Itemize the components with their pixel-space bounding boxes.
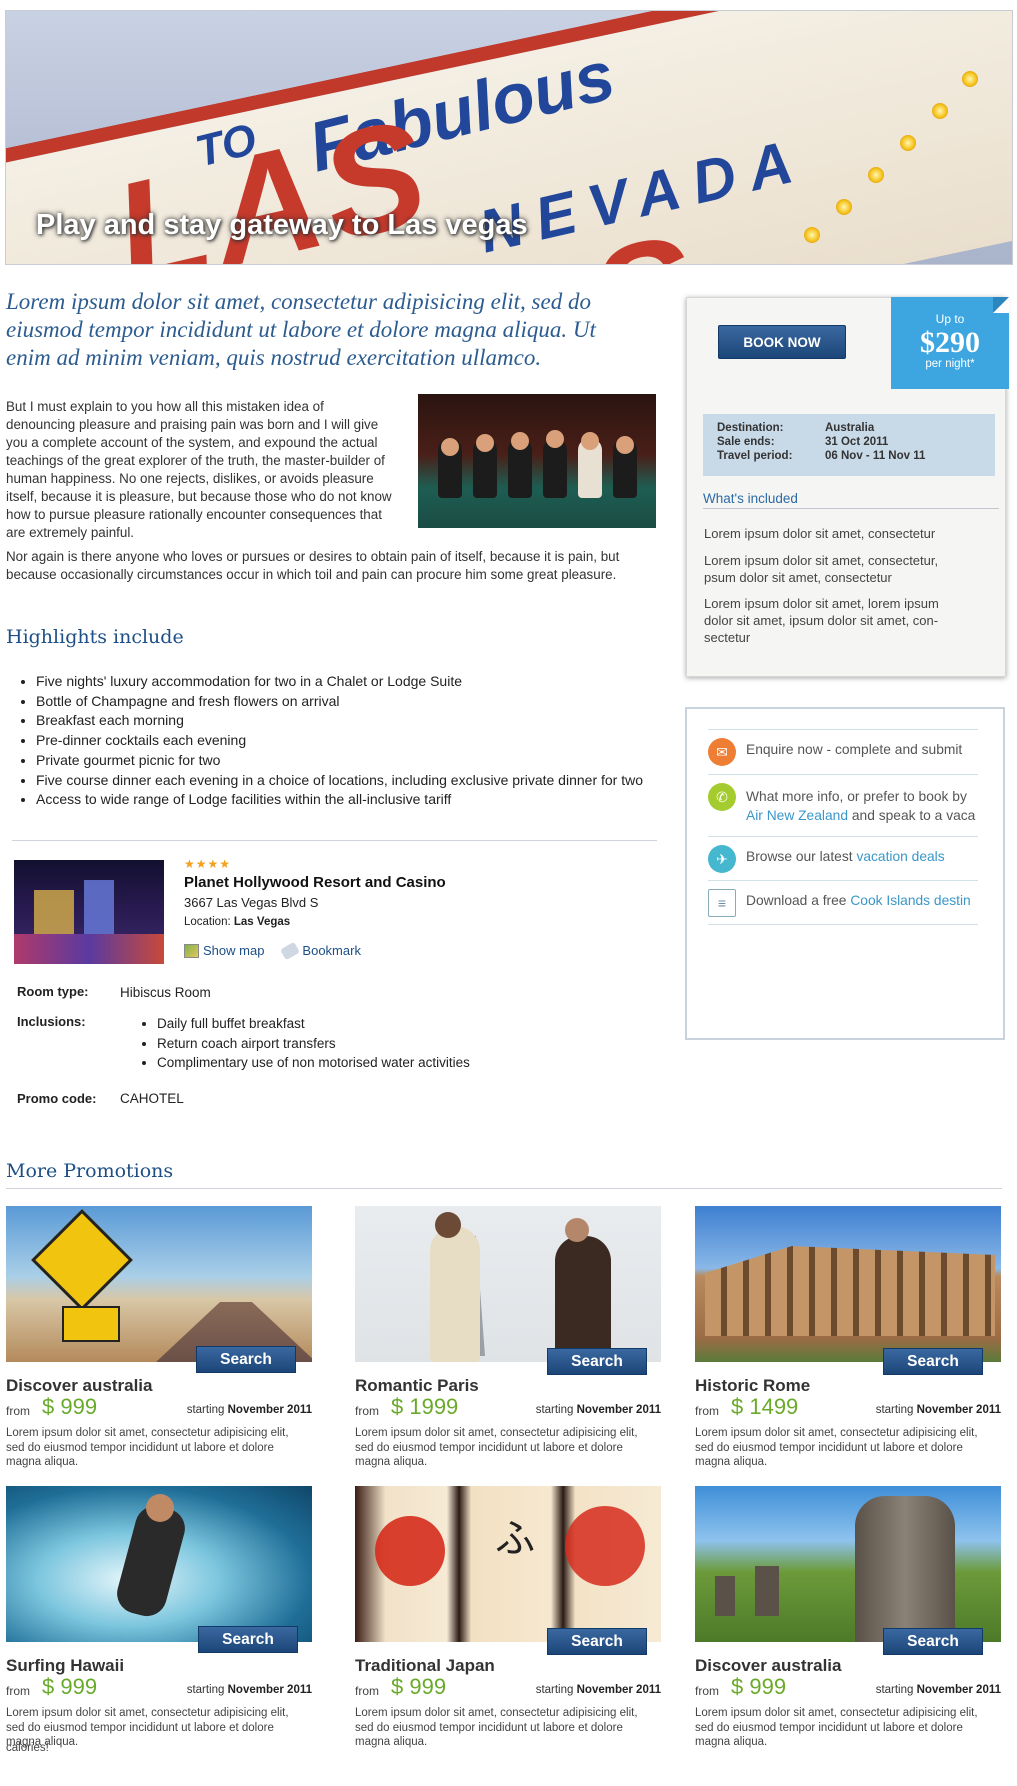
inclusions-list: Daily full buffet breakfast Return coach… — [157, 1014, 470, 1073]
list-item: Return coach airport transfers — [157, 1034, 470, 1054]
casino-photo — [418, 394, 656, 528]
promo-title: Surfing Hawaii — [6, 1656, 125, 1675]
enquire-row[interactable]: ✉ Enquire now - complete and submit — [708, 729, 978, 774]
included-item: Lorem ipsum dolor sit amet, lorem ipsum … — [704, 596, 939, 645]
hero-banner: TO Fabulous LAS VEGAS NEVADA Play and st… — [5, 10, 1013, 265]
room-type-label: Room type: — [17, 984, 89, 999]
room-type-value: Hibiscus Room — [120, 985, 211, 1000]
hotel-links: Show map Bookmark — [184, 941, 361, 960]
more-info-row: ✆ What more info, or prefer to book by Ai… — [708, 774, 978, 829]
document-icon: ≡ — [708, 889, 736, 917]
download-guide-row: ≡ Download a free Cook Islands destin — [708, 880, 978, 925]
promo-image-hawaii[interactable] — [6, 1486, 312, 1642]
promo-price: $ 999 — [731, 1674, 787, 1699]
promo-image-easter-island[interactable] — [695, 1486, 1001, 1642]
promo-code-label: Promo code: — [17, 1091, 97, 1106]
promo-title: Romantic Paris — [355, 1376, 479, 1395]
search-button[interactable]: Search — [198, 1626, 298, 1653]
more-promotions-heading: More Promotions — [6, 1160, 174, 1182]
promo-description: Lorem ipsum dolor sit amet, consectetur … — [6, 1707, 289, 1748]
deal-info-box: Destination: Australia Sale ends: 31 Oct… — [703, 414, 995, 476]
tag-icon: ✈ — [708, 845, 736, 873]
price-amount: $290 — [920, 326, 980, 359]
hero-bulbs — [732, 51, 992, 251]
promo-description: Lorem ipsum dolor sit amet, consectetur … — [695, 1427, 978, 1468]
hotel-location: Location: Las Vegas — [184, 916, 291, 928]
promo-price: $ 999 — [42, 1394, 98, 1419]
cook-islands-link[interactable]: Cook Islands destin — [850, 893, 970, 908]
sale-ends-value: 31 Oct 2011 — [825, 436, 889, 448]
book-now-button[interactable]: BOOK NOW — [718, 325, 846, 359]
whats-included-heading: What's included — [703, 491, 798, 506]
promo-code-value: CAHOTEL — [120, 1091, 184, 1106]
search-button[interactable]: Search — [883, 1628, 983, 1655]
promo-price: $ 999 — [391, 1674, 447, 1699]
list-item: Breakfast each morning — [36, 711, 643, 731]
air-new-zealand-link[interactable]: Air New Zealand — [746, 808, 848, 823]
search-button[interactable]: Search — [547, 1628, 647, 1655]
bookmark-link[interactable]: Bookmark — [280, 941, 361, 960]
list-item: Complimentary use of non motorised water… — [157, 1053, 470, 1073]
body-paragraph: Nor again is there anyone who loves or p… — [6, 549, 620, 582]
body-paragraph: But I must explain to you how all this m… — [6, 399, 392, 540]
promo-image-rome[interactable] — [695, 1206, 1001, 1362]
stray-text: calories! — [6, 1742, 49, 1754]
promo-description: Lorem ipsum dolor sit amet, consectetur … — [695, 1707, 978, 1748]
promo-title: Historic Rome — [695, 1376, 811, 1395]
list-item: Daily full buffet breakfast — [157, 1014, 470, 1034]
promo-title: Discover australia — [6, 1376, 153, 1395]
included-item: Lorem ipsum dolor sit amet, consectetur — [704, 526, 936, 541]
envelope-icon: ✉ — [708, 738, 736, 766]
search-button[interactable]: Search — [196, 1346, 296, 1373]
search-button[interactable]: Search — [883, 1348, 983, 1375]
highlights-heading: Highlights include — [6, 626, 184, 648]
promo-image-paris[interactable] — [355, 1206, 661, 1362]
included-item: Lorem ipsum dolor sit amet, consectetur,… — [704, 553, 939, 585]
hotel-name: Planet Hollywood Resort and Casino — [184, 874, 446, 891]
list-item: Pre-dinner cocktails each evening — [36, 731, 643, 751]
promo-description: Lorem ipsum dolor sit amet, consectetur … — [355, 1427, 638, 1468]
intro-text: Lorem ipsum dolor sit amet, consectetur … — [6, 289, 596, 370]
hero-title: Play and stay gateway to Las vegas — [36, 209, 528, 241]
divider — [708, 924, 978, 925]
divider — [703, 508, 999, 509]
inclusions-label: Inclusions: — [17, 1014, 86, 1029]
promo-price: $ 1999 — [391, 1394, 459, 1419]
travel-period-value: 06 Nov - 11 Nov 11 — [825, 450, 926, 462]
promo-title: Traditional Japan — [355, 1656, 495, 1675]
promo-description: Lorem ipsum dolor sit amet, consectetur … — [6, 1427, 289, 1468]
map-icon — [184, 943, 199, 958]
list-item: Five course dinner each evening in a cho… — [36, 771, 643, 791]
show-map-link[interactable]: Show map — [184, 943, 264, 958]
promo-image-japan[interactable]: ふ — [355, 1486, 661, 1642]
list-item: Private gourmet picnic for two — [36, 751, 643, 771]
divider — [12, 840, 657, 841]
price-tag: Up to $290 per night* — [891, 297, 1009, 389]
search-button[interactable]: Search — [547, 1348, 647, 1375]
list-item: Bottle of Champagne and fresh flowers on… — [36, 692, 643, 712]
phone-icon: ✆ — [708, 783, 736, 811]
promo-price: $ 999 — [42, 1674, 98, 1699]
vacation-deals-row: ✈ Browse our latest vacation deals — [708, 836, 978, 881]
hotel-address: 3667 Las Vegas Blvd S — [184, 895, 319, 910]
highlights-list: Five nights' luxury accommodation for tw… — [36, 672, 643, 810]
promo-image-australia[interactable] — [6, 1206, 312, 1362]
promo-description: Lorem ipsum dolor sit amet, consectetur … — [355, 1707, 638, 1748]
hotel-photo — [14, 860, 164, 964]
vacation-deals-link[interactable]: vacation deals — [856, 849, 944, 864]
divider — [6, 1188, 1002, 1189]
promo-price: $ 1499 — [731, 1394, 799, 1419]
list-item: Access to wide range of Lodge facilities… — [36, 790, 643, 810]
promo-title: Discover australia — [695, 1656, 842, 1675]
bookmark-icon — [280, 941, 301, 960]
corner-fold — [993, 297, 1009, 313]
destination-value: Australia — [825, 422, 875, 434]
list-item: Five nights' luxury accommodation for tw… — [36, 672, 643, 692]
hotel-rating-stars: ★★★★ — [184, 857, 232, 871]
